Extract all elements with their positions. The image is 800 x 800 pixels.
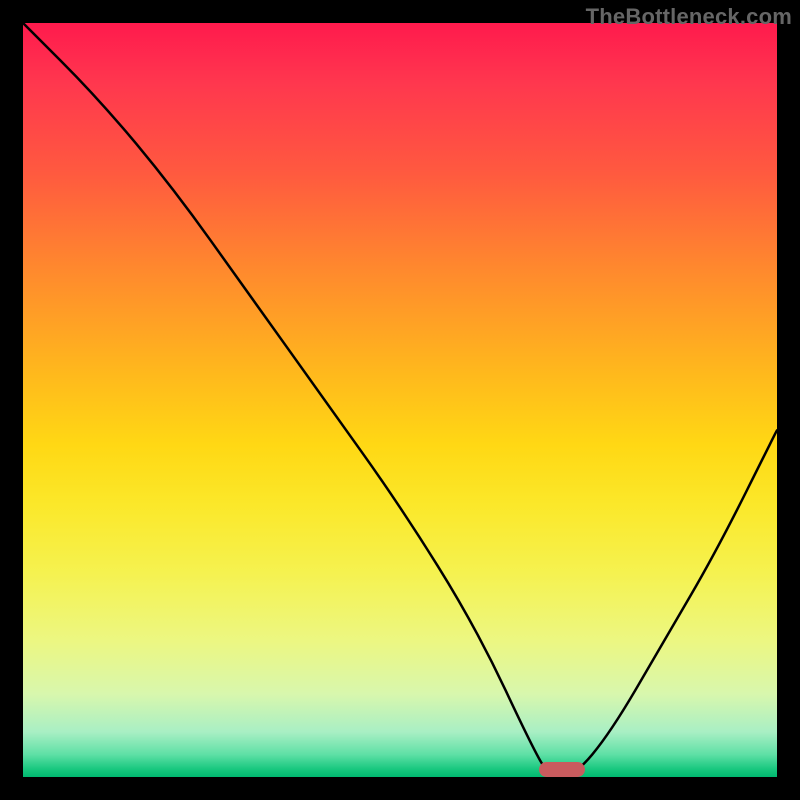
chart-frame: TheBottleneck.com [0, 0, 800, 800]
optimum-marker [539, 762, 584, 777]
curve-path [23, 23, 777, 777]
plot-area [23, 23, 777, 777]
watermark-text: TheBottleneck.com [586, 4, 792, 30]
bottleneck-curve [23, 23, 777, 777]
